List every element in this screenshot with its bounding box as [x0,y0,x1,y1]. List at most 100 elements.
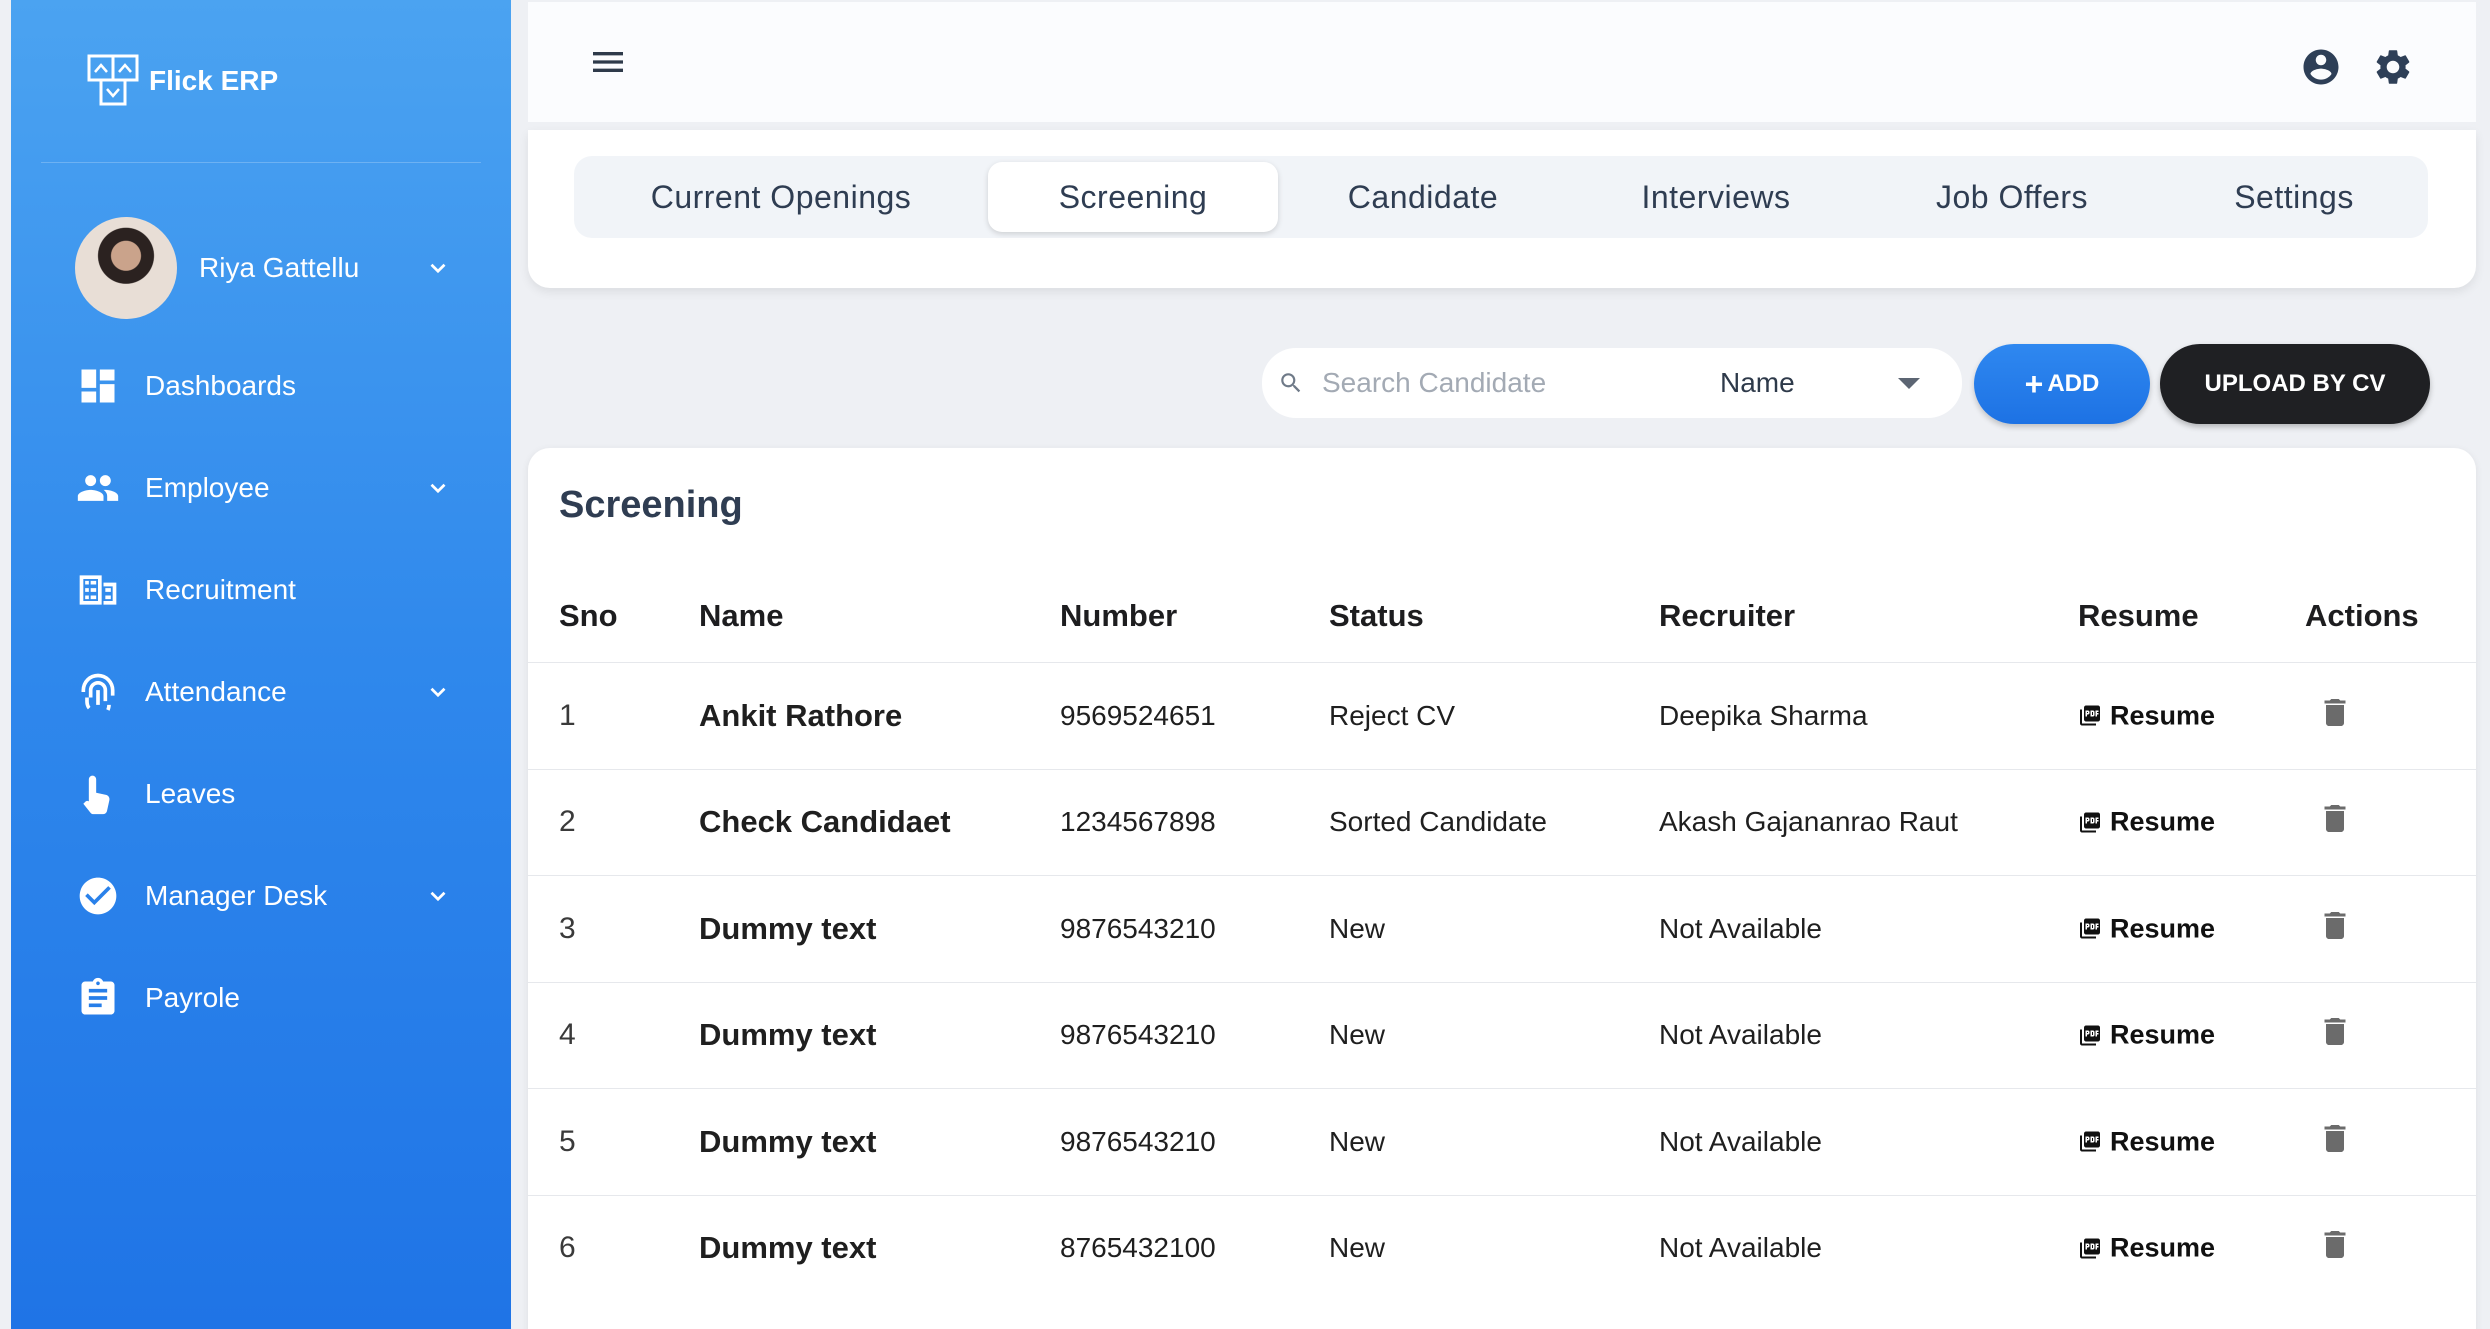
sidebar-item-label: Recruitment [145,574,296,605]
cell-actions [2317,801,2353,844]
resume-link[interactable]: Resume [2078,1020,2215,1051]
sidebar-item-label: Dashboards [145,370,296,401]
resume-link[interactable]: Resume [2078,700,2215,731]
cell-recruiter: Not Available [1659,912,1822,944]
sidebar-item-leaves[interactable]: Leaves [75,743,451,845]
people-icon [75,465,121,511]
cell-sno: 5 [559,1124,576,1158]
table-row: 6 Dummy text 8765432100 New Not Availabl… [528,1194,2476,1302]
sidebar-item-payrole[interactable]: Payrole [75,947,451,1049]
pdf-icon [2080,1025,2100,1046]
screening-table-card: Screening Sno Name Number Status Recruit… [528,448,2476,1329]
pdf-icon [2080,812,2100,833]
cell-recruiter: Not Available [1659,1232,1822,1264]
sidebar-item-label: Leaves [145,778,236,809]
chevron-down-icon [430,483,446,494]
upload-by-cv-button[interactable]: UPLOAD BY CV [2160,344,2430,424]
cell-number: 9876543210 [1060,912,1216,944]
search-filter-select[interactable]: Name [1720,367,1920,399]
table-row: 5 Dummy text 9876543210 New Not Availabl… [528,1088,2476,1195]
tab-settings[interactable]: Settings [2160,162,2428,232]
resume-link-label: Resume [2110,1019,2216,1050]
user-profile[interactable]: Riya Gattellu [75,216,451,320]
cell-status: Reject CV [1329,699,1456,731]
pdf-icon [2080,918,2100,939]
cell-sno: 1 [559,698,576,732]
brand[interactable]: Flick ERP [77,50,278,112]
cell-number: 8765432100 [1060,1232,1216,1264]
search-input[interactable] [1322,367,1702,399]
delete-icon[interactable] [2317,1018,2353,1056]
chevron-down-icon [430,263,446,274]
delete-icon[interactable] [2317,805,2353,843]
search-icon [1278,370,1304,396]
sidebar-item-manager-desk[interactable]: Manager Desk [75,845,451,947]
cell-name: Ankit Rathore [699,697,903,733]
cell-number: 9569524651 [1060,699,1216,731]
cell-actions [2317,907,2353,950]
cell-number: 9876543210 [1060,1019,1216,1051]
dropdown-arrow-icon [1898,377,1920,389]
add-button-label: ADD [2047,370,2100,397]
table-body: 1 Ankit Rathore 9569524651 Reject CV Dee… [528,662,2476,1301]
cell-actions [2317,1014,2353,1057]
pdf-icon [2080,1238,2100,1259]
cell-actions [2317,1120,2353,1163]
tab-candidate[interactable]: Candidate [1278,162,1568,232]
cell-recruiter: Not Available [1659,1125,1822,1157]
cell-sno: 4 [559,1018,576,1052]
sidebar-divider [41,162,481,163]
resume-link[interactable]: Resume [2078,913,2215,944]
cell-recruiter: Akash Gajananrao Raut [1659,806,1958,838]
gear-icon[interactable] [2372,46,2414,88]
plus-icon: + [2024,366,2044,402]
account-icon[interactable] [2300,46,2342,88]
table-row: 2 Check Candidaet 1234567898 Sorted Cand… [528,768,2476,876]
delete-icon[interactable] [2317,1231,2353,1269]
sidebar-item-employee[interactable]: Employee [75,437,451,539]
cell-status: Sorted Candidate [1329,806,1547,838]
column-header-actions: Actions [2305,598,2419,633]
resume-link[interactable]: Resume [2078,807,2215,838]
sidebar-item-recruitment[interactable]: Recruitment [75,539,451,641]
cell-number: 9876543210 [1060,1125,1216,1157]
cell-number: 1234567898 [1060,806,1216,838]
sidebar-item-dashboards[interactable]: Dashboards [75,335,451,437]
table-row: 1 Ankit Rathore 9569524651 Reject CV Dee… [528,662,2476,769]
table-row: 4 Dummy text 9876543210 New Not Availabl… [528,981,2476,1089]
cell-status: New [1329,912,1386,944]
sidebar-item-label: Payrole [145,982,240,1013]
sidebar-item-attendance[interactable]: Attendance [75,641,451,743]
cell-name: Dummy text [699,1230,877,1266]
cell-name: Dummy text [699,1123,877,1159]
cell-resume: Resume [2078,700,2215,731]
recruitment-icon [75,567,121,613]
delete-icon[interactable] [2317,1124,2353,1162]
cell-resume: Resume [2078,1233,2215,1264]
column-header-number: Number [1060,598,1178,633]
menu-icon[interactable] [588,42,628,82]
add-button[interactable]: + ADD [1974,344,2150,424]
tab-screening[interactable]: Screening [988,162,1278,232]
search-bar: Name [1262,348,1962,418]
sidebar-item-label: Attendance [145,676,287,707]
cell-resume: Resume [2078,1126,2215,1157]
resume-link[interactable]: Resume [2078,1233,2215,1264]
touch-icon [75,771,121,817]
delete-icon[interactable] [2317,698,2353,736]
delete-icon[interactable] [2317,911,2353,949]
tab-interviews[interactable]: Interviews [1568,162,1864,232]
cell-sno: 3 [559,911,576,945]
tab-bar: Current Openings Screening Candidate Int… [574,156,2428,238]
column-header-recruiter: Recruiter [1659,598,1796,633]
resume-link[interactable]: Resume [2078,1126,2215,1157]
sidebar-nav: Dashboards Employee Recruitment Attendan… [75,335,451,1049]
cell-actions [2317,694,2353,737]
card-title: Screening [559,484,743,526]
column-header-name: Name [699,598,784,633]
tab-current-openings[interactable]: Current Openings [574,162,988,232]
cell-actions [2317,1227,2353,1270]
sidebar-item-label: Employee [145,472,270,503]
tab-job-offers[interactable]: Job Offers [1864,162,2160,232]
chevron-down-icon [430,891,446,902]
